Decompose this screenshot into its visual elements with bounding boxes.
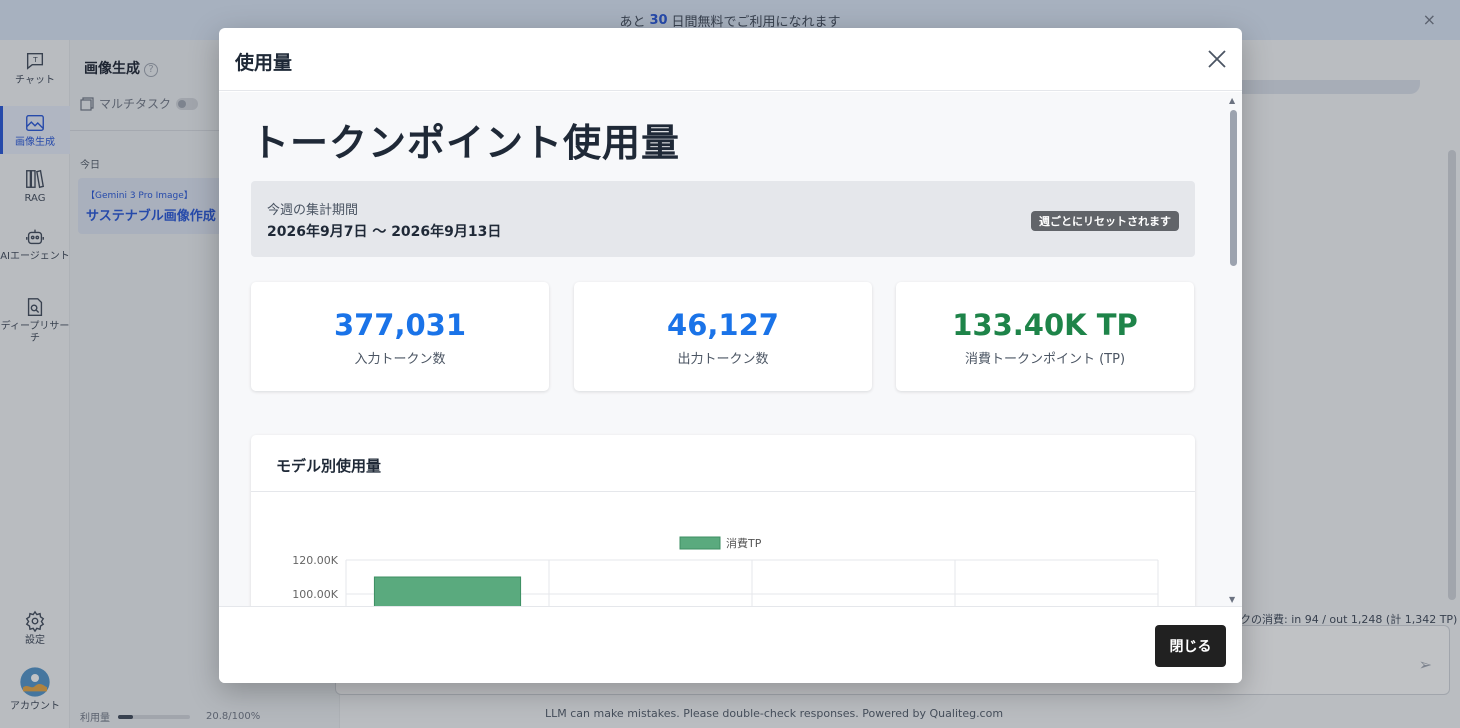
modal-footer: 閉じる: [219, 606, 1242, 683]
legend-swatch: [679, 536, 721, 550]
period-label: 今週の集計期間: [267, 203, 359, 218]
stat-output-tokens: 46,127 出力トークン数: [574, 282, 872, 391]
modal-header: 使用量: [219, 28, 1242, 91]
period-range: 2026年9月7日 〜 2026年9月13日: [267, 224, 502, 240]
stat-value: 46,127: [667, 308, 779, 342]
stat-caption: 消費トークンポイント (TP): [964, 352, 1126, 367]
close-button[interactable]: 閉じる: [1155, 625, 1226, 667]
bar: [373, 576, 522, 606]
modal-scrollbar[interactable]: ▲ ▼: [1228, 96, 1238, 604]
stat-caption: 入力トークン数: [354, 352, 446, 367]
modal-body[interactable]: トークンポイント使用量 今週の集計期間 2026年9月7日 〜 2026年9月1…: [219, 92, 1242, 606]
usage-heading: トークンポイント使用量: [251, 121, 681, 165]
stat-value: 377,031: [333, 308, 467, 342]
model-usage-card: モデル別使用量 消費TP 120.00K 100.00K: [251, 435, 1195, 606]
legend-label: 消費TP: [726, 536, 762, 550]
scroll-down-icon[interactable]: ▼: [1229, 595, 1235, 604]
stat-caption: 出力トークン数: [677, 352, 769, 367]
model-usage-chart: 消費TP 120.00K 100.00K: [292, 536, 1159, 606]
usage-modal: 使用量 トークンポイント使用量 今週の集計期間 2026年9月7日 〜 2026…: [219, 28, 1242, 683]
reset-badge: 週ごとにリセットされます: [1031, 211, 1179, 231]
scroll-up-icon[interactable]: ▲: [1229, 96, 1235, 105]
scroll-thumb[interactable]: [1230, 110, 1237, 266]
y-tick-label: 100.00K: [292, 588, 338, 601]
stat-input-tokens: 377,031 入力トークン数: [251, 282, 549, 391]
stat-value: 133.40K TP: [952, 308, 1138, 342]
modal-title: 使用量: [235, 52, 293, 74]
y-tick-label: 120.00K: [292, 554, 338, 567]
stat-token-points: 133.40K TP 消費トークンポイント (TP): [896, 282, 1194, 391]
close-icon[interactable]: [1206, 48, 1228, 70]
period-box: 今週の集計期間 2026年9月7日 〜 2026年9月13日 週ごとにリセットさ…: [251, 181, 1195, 257]
